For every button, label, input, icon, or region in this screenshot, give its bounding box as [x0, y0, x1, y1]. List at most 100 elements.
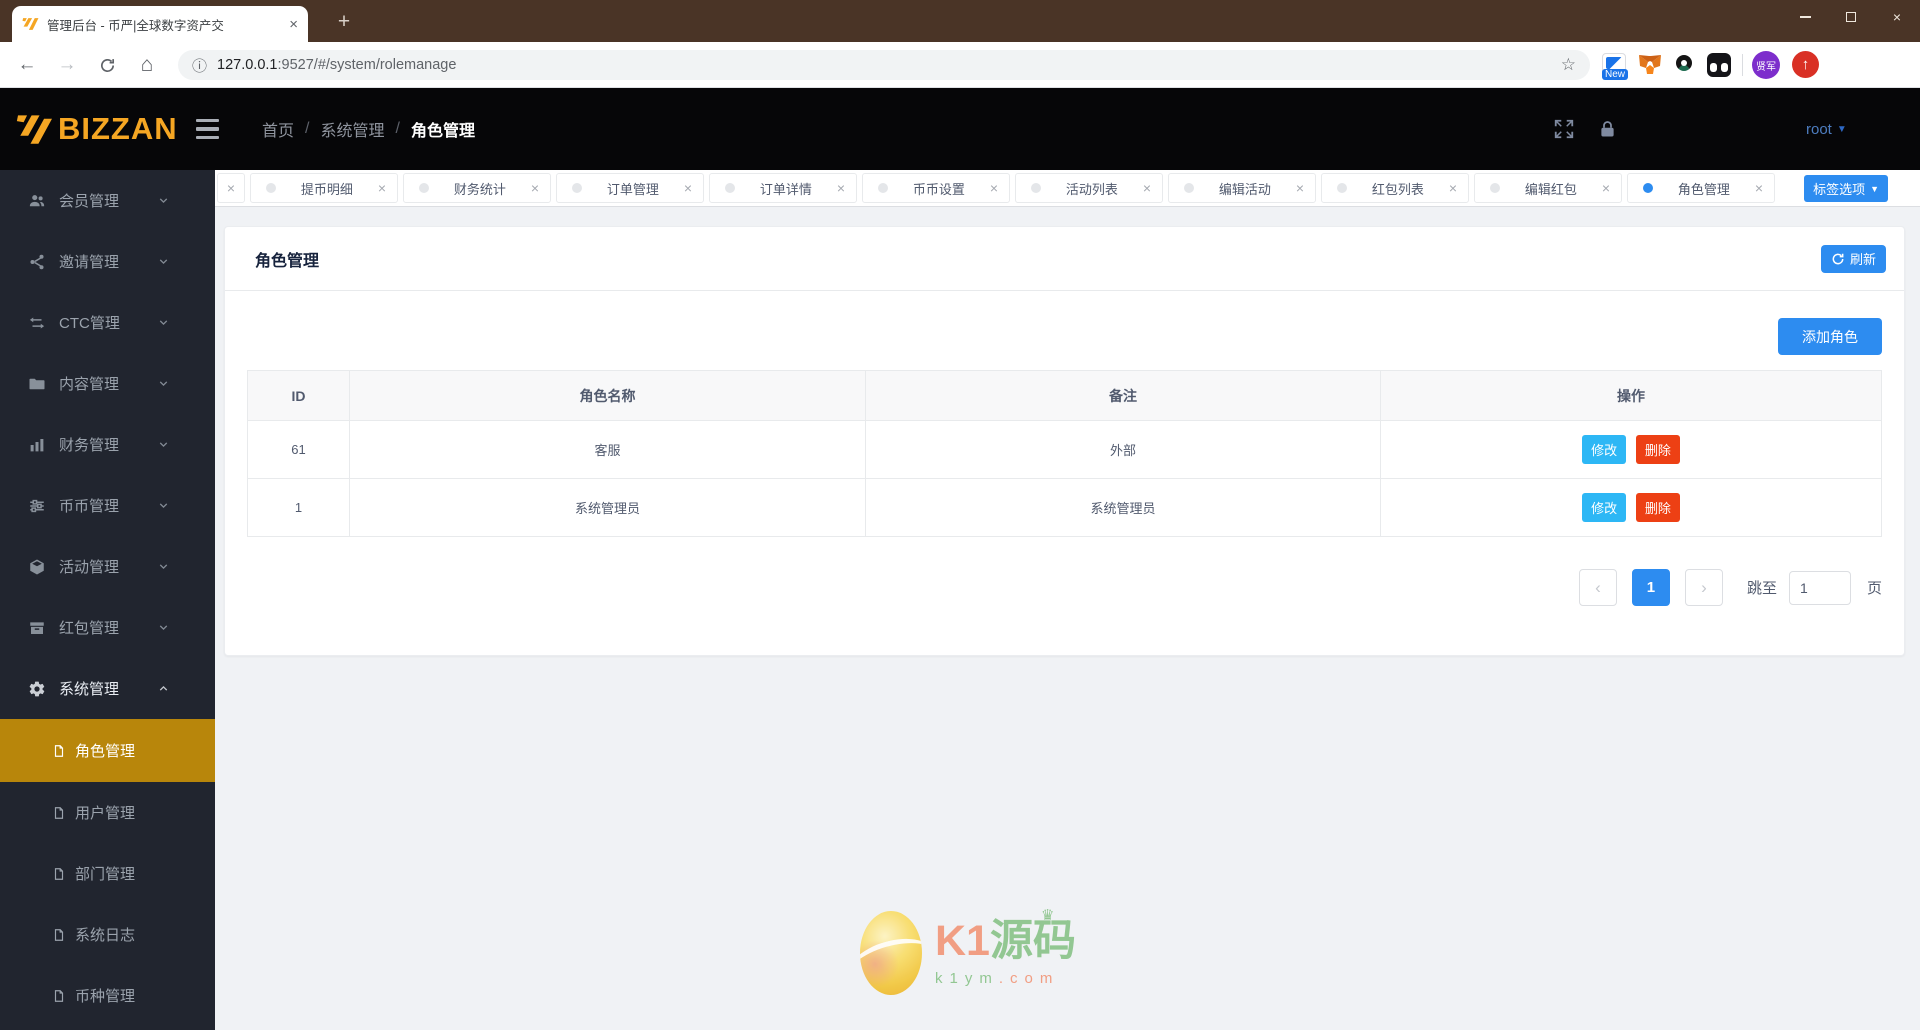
toolbar-divider — [1742, 54, 1743, 76]
app-tab[interactable]: 红包列表 × — [1321, 173, 1469, 203]
page-tab-bar: × 提币明细 × 财务统计 × 订单管理 × 订单详情 × 币币设置 × 活动列表 × 编辑… — [215, 170, 1920, 207]
sidebar-subitem-departments[interactable]: 部门管理 — [0, 843, 215, 904]
sidebar-subitem-users[interactable]: 用户管理 — [0, 782, 215, 843]
close-window-button[interactable]: × — [1874, 0, 1920, 34]
chevron-down-icon — [159, 320, 168, 326]
crown-icon: ♛ — [1041, 907, 1055, 925]
chevron-down-icon — [159, 381, 168, 387]
tab-close-icon[interactable]: × — [1449, 181, 1457, 195]
app-header: BIZZAN 首页 / 系统管理 / 角色管理 root ▼ — [0, 88, 1920, 237]
card-header: 角色管理 刷新 — [225, 227, 1904, 291]
app-tab[interactable]: 活动列表 × — [1015, 173, 1163, 203]
app-tab[interactable]: 币币设置 × — [862, 173, 1010, 203]
sidebar-item-invites[interactable]: 邀请管理 — [0, 231, 215, 292]
edit-button[interactable]: 修改 — [1582, 493, 1627, 522]
add-role-button[interactable]: 添加角色 — [1778, 318, 1882, 355]
maximize-button[interactable] — [1828, 0, 1874, 34]
bookmark-star-icon[interactable]: ☆ — [1561, 55, 1576, 75]
next-page-button[interactable]: › — [1684, 569, 1723, 606]
extension-dark-icon[interactable] — [1707, 53, 1731, 77]
fullscreen-icon[interactable] — [1553, 118, 1577, 142]
document-icon — [54, 744, 64, 757]
lock-icon[interactable] — [1597, 118, 1621, 142]
page-1-button[interactable]: 1 — [1631, 569, 1670, 606]
address-bar[interactable]: ⓘ 127.0.0.1:9527/#/system/rolemanage ☆ — [178, 50, 1590, 80]
delete-button[interactable]: 删除 — [1635, 493, 1680, 522]
app-tab-active[interactable]: 角色管理 × — [1627, 173, 1775, 203]
sidebar-item-members[interactable]: 会员管理 — [0, 170, 215, 231]
menu-toggle-icon[interactable] — [196, 119, 219, 139]
tab-status-dot — [266, 183, 276, 193]
breadcrumb-home[interactable]: 首页 — [262, 117, 294, 141]
app-tab[interactable]: 订单详情 × — [709, 173, 857, 203]
tab-close-icon[interactable]: × — [531, 181, 539, 195]
table-row: 1 系统管理员 系统管理员 修改 删除 — [247, 478, 1882, 537]
browser-profile-avatar[interactable]: 贤军 — [1752, 51, 1780, 79]
metamask-fox-icon[interactable] — [1638, 53, 1662, 82]
refresh-button[interactable]: 刷新 — [1820, 244, 1886, 273]
sidebar-item-content[interactable]: 内容管理 — [0, 353, 215, 414]
tab-close-icon[interactable]: × — [1602, 181, 1610, 195]
tab-close-icon[interactable]: × — [378, 181, 386, 195]
app-tab[interactable]: 订单管理 × — [556, 173, 704, 203]
breadcrumb-current: 角色管理 — [410, 123, 475, 140]
tab-close-icon[interactable]: × — [289, 17, 298, 32]
tab-status-dot — [1490, 183, 1500, 193]
swap-icon — [29, 316, 45, 329]
main-content: 角色管理 刷新 添加角色 ID 角色名称 备注 操作 61 客服 外部 修改 删… — [215, 207, 1920, 1030]
back-icon[interactable]: ← — [14, 52, 40, 78]
browser-tab-title: 管理后台 - 币严|全球数字资产交 — [47, 18, 224, 33]
site-info-icon[interactable]: ⓘ — [192, 55, 207, 76]
app-tab[interactable]: 提币明细 × — [250, 173, 398, 203]
sidebar-item-finance[interactable]: 财务管理 — [0, 414, 215, 475]
app-logo[interactable]: BIZZAN — [16, 88, 178, 170]
favicon-bizzan-icon — [22, 18, 39, 30]
forward-icon[interactable]: → — [54, 52, 80, 78]
reload-icon[interactable] — [94, 52, 120, 78]
sidebar-subitem-syslog[interactable]: 系统日志 — [0, 904, 215, 965]
tab-close-icon[interactable]: × — [1296, 181, 1304, 195]
browser-tab[interactable]: 管理后台 - 币严|全球数字资产交 × — [12, 6, 308, 42]
sidebar-item-exchange[interactable]: 币币管理 — [0, 475, 215, 536]
sidebar-subitem-roles[interactable]: 角色管理 — [0, 719, 215, 782]
app-tab-partial[interactable]: × — [217, 173, 245, 203]
tab-close-icon[interactable]: × — [1143, 181, 1151, 195]
refresh-icon — [1832, 253, 1844, 264]
new-tab-button[interactable]: + — [330, 8, 358, 36]
tab-close-icon[interactable]: × — [227, 181, 235, 195]
watermark: K1源码 ♛ k1ym.com — [860, 907, 1076, 995]
bizzan-mark-icon — [16, 115, 52, 144]
sidebar-item-redpacket[interactable]: 红包管理 — [0, 597, 215, 658]
tab-close-icon[interactable]: × — [1755, 181, 1763, 195]
cell-id: 61 — [247, 420, 350, 479]
sidebar-item-activity[interactable]: 活动管理 — [0, 536, 215, 597]
extension-ring-icon[interactable] — [1676, 55, 1692, 71]
user-menu[interactable]: root ▼ — [1806, 88, 1847, 170]
app-tab[interactable]: 编辑红包 × — [1474, 173, 1622, 203]
sidebar-item-ctc[interactable]: CTC管理 — [0, 292, 215, 353]
app-tab[interactable]: 财务统计 × — [403, 173, 551, 203]
app-tab[interactable]: 编辑活动 × — [1168, 173, 1316, 203]
extension-new-icon[interactable]: New — [1602, 53, 1629, 80]
share-icon — [30, 254, 44, 269]
browser-window: 管理后台 - 币严|全球数字资产交 × + × ← → ⌂ ⓘ 127.0.0.… — [0, 0, 1920, 1030]
sidebar-subitem-coins[interactable]: 币种管理 — [0, 965, 215, 1026]
browser-update-icon[interactable]: ↑ — [1792, 51, 1819, 78]
edit-button[interactable]: 修改 — [1582, 435, 1627, 464]
jump-page-input[interactable] — [1788, 570, 1851, 605]
tab-close-icon[interactable]: × — [990, 181, 998, 195]
sidebar-item-system[interactable]: 系统管理 — [0, 658, 215, 719]
cell-actions: 修改 删除 — [1380, 420, 1882, 479]
roles-table: ID 角色名称 备注 操作 61 客服 外部 修改 删除 1 系统管理员 系统管… — [247, 370, 1882, 537]
delete-button[interactable]: 删除 — [1635, 435, 1680, 464]
tab-close-icon[interactable]: × — [684, 181, 692, 195]
breadcrumb-system[interactable]: 系统管理 — [320, 117, 384, 141]
prev-page-button[interactable]: ‹ — [1578, 569, 1617, 606]
breadcrumb: 首页 / 系统管理 / 角色管理 — [262, 88, 475, 170]
minimize-button[interactable] — [1782, 0, 1828, 34]
home-icon[interactable]: ⌂ — [134, 52, 160, 78]
tag-options-button[interactable]: 标签选项 ▼ — [1804, 175, 1888, 202]
browser-tabstrip: 管理后台 - 币严|全球数字资产交 × + × — [0, 0, 1920, 42]
tab-close-icon[interactable]: × — [837, 181, 845, 195]
sidebar: 会员管理 邀请管理 CTC管理 内容管理 财务管理 币币管理 活动管理 红包管理… — [0, 170, 215, 1030]
